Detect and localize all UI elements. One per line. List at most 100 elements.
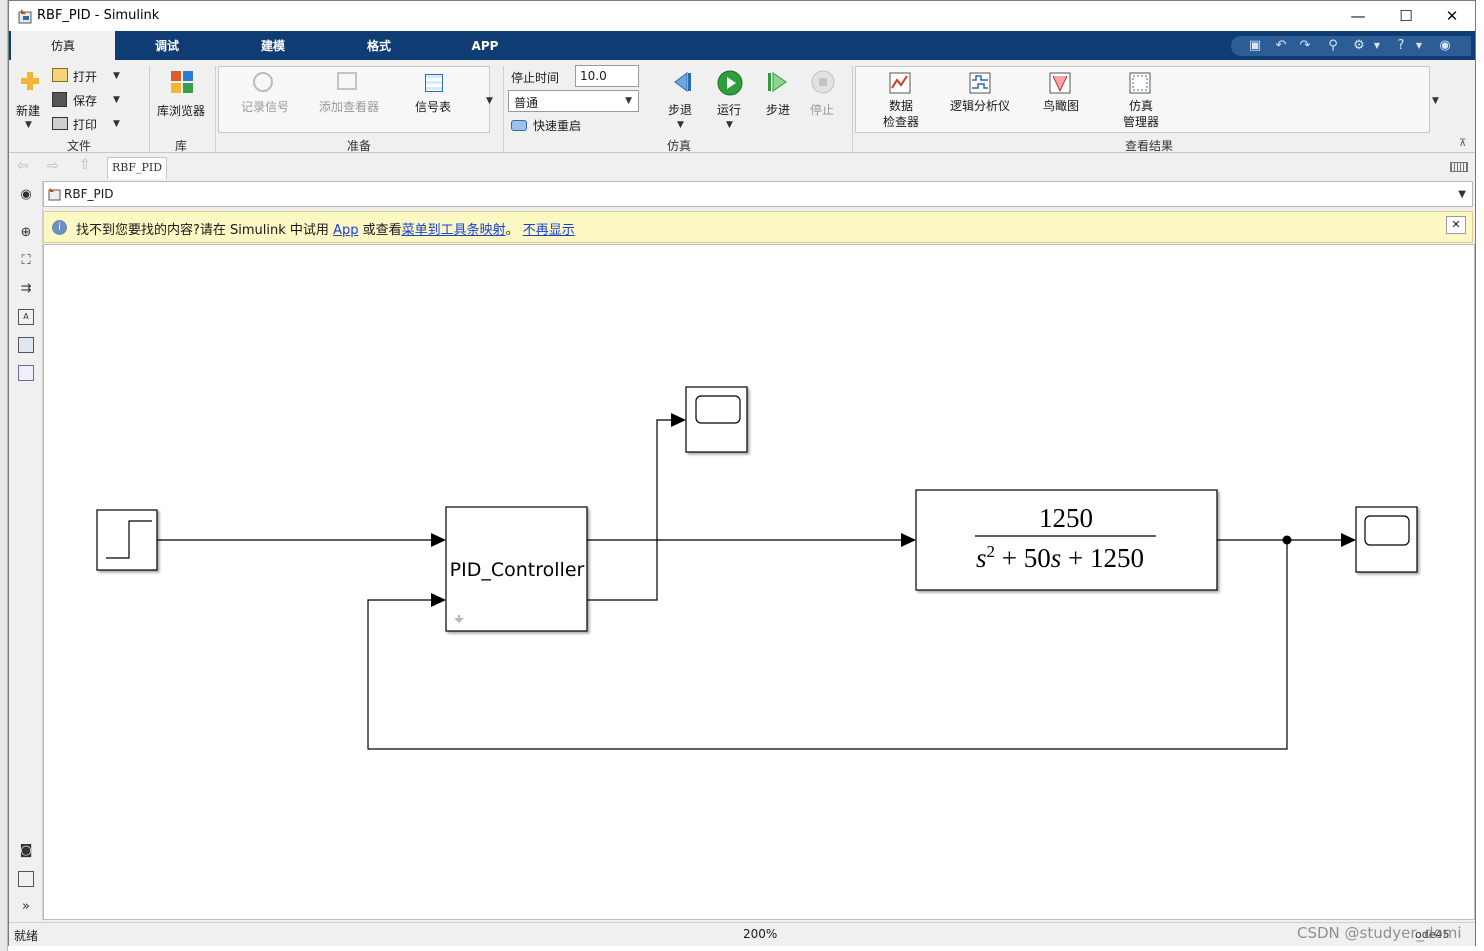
group-label-prepare: 准备	[346, 139, 371, 153]
library-browser-button[interactable]: 库浏览器	[157, 102, 205, 119]
window-title: RBF_PID - Simulink	[37, 8, 160, 23]
customize-icon[interactable]: ⚙	[1351, 38, 1367, 54]
scope-block-output[interactable]	[1355, 506, 1418, 573]
expand-palette-icon[interactable]: »	[18, 899, 34, 915]
camera-icon[interactable]: ◙	[18, 843, 34, 859]
step-forward-button[interactable]: 步进	[766, 101, 790, 118]
pid-controller-block[interactable]: PID_Controller	[445, 506, 588, 632]
sim-manager-label-2[interactable]: 管理器	[1123, 113, 1159, 130]
step-back-icon[interactable]	[669, 70, 693, 94]
simulink-window: RBF_PID - Simulink — ☐ ✕ 仿真 调试 建模 格式 APP…	[8, 0, 1476, 946]
model-tab[interactable]: RBF_PID	[107, 157, 167, 179]
logic-analyzer-icon	[969, 72, 991, 94]
address-bar[interactable]: RBF_PID ▼	[43, 181, 1473, 207]
dont-show-again-link[interactable]: 不再显示	[523, 223, 575, 238]
info-banner: i 找不到您要找的内容?请在 Simulink 中试用 App 或查看菜单到工具…	[43, 211, 1473, 243]
toolstrip-map-link[interactable]: 菜单到工具条映射	[402, 223, 506, 238]
undo-icon[interactable]: ↶	[1273, 38, 1289, 54]
chevron-down-icon[interactable]: ▼	[726, 120, 733, 130]
chevron-down-icon[interactable]: ▼	[113, 119, 120, 129]
print-button[interactable]: 打印	[73, 116, 97, 133]
chevron-down-icon[interactable]: ▼	[113, 95, 120, 105]
library-browser-icon[interactable]	[170, 70, 194, 94]
left-palette: ◉ ⊕ ⛶ ⇉ A ◙ »	[9, 181, 43, 921]
image-icon[interactable]	[18, 337, 34, 353]
run-button[interactable]: 运行	[717, 101, 741, 118]
step-forward-icon[interactable]	[766, 70, 790, 94]
run-icon[interactable]	[717, 70, 743, 96]
print-icon[interactable]	[52, 117, 68, 130]
add-viewer-button[interactable]: 添加查看器	[319, 98, 379, 115]
fit-to-view-icon[interactable]: ⛶	[18, 253, 34, 269]
area-icon[interactable]	[18, 365, 34, 381]
close-banner-button[interactable]: ✕	[1446, 216, 1466, 234]
sim-manager-label[interactable]: 仿真	[1129, 97, 1153, 114]
tab-debug[interactable]: 调试	[115, 31, 219, 60]
open-button[interactable]: 打开	[73, 68, 97, 85]
back-arrow-icon[interactable]: ⇦	[17, 158, 29, 174]
up-arrow-icon[interactable]: ⇧	[79, 157, 91, 173]
block-diagram: PID_Controller 1250 s2 + 50s + 1250	[96, 386, 1418, 750]
simulation-mode-select[interactable]: 普通 ▼	[508, 90, 639, 112]
help-icon[interactable]: ?	[1393, 38, 1409, 54]
data-inspector-label[interactable]: 数据	[889, 97, 913, 114]
fast-restart-icon[interactable]	[511, 120, 527, 131]
annotation-icon[interactable]: A	[18, 309, 34, 325]
transfer-function-block[interactable]: 1250 s2 + 50s + 1250	[915, 489, 1218, 591]
close-button[interactable]: ✕	[1429, 1, 1475, 31]
chevron-down-icon[interactable]: ▼	[1458, 189, 1466, 200]
maximize-button[interactable]: ☐	[1383, 1, 1429, 31]
open-icon[interactable]	[52, 68, 68, 82]
status-bar: 就绪 200% ode45 CSDN @studyer_domi	[9, 922, 1475, 946]
keyboard-icon[interactable]	[1450, 162, 1468, 172]
stop-button[interactable]: 停止	[810, 101, 834, 118]
fast-restart-toggle[interactable]: 快速重启	[533, 117, 581, 134]
save-button[interactable]: 保存	[73, 92, 97, 109]
background-window-strip	[0, 0, 8, 951]
redo-icon[interactable]: ↷	[1297, 38, 1313, 54]
logic-analyzer-button[interactable]: 逻辑分析仪	[950, 97, 1010, 114]
chevron-down-icon[interactable]: ▼	[1369, 38, 1385, 54]
gallery-expand-icon[interactable]: ▼	[486, 96, 493, 106]
chevron-down-icon[interactable]: ▼	[677, 120, 684, 130]
scope-block-top[interactable]	[685, 386, 748, 453]
tab-simulation[interactable]: 仿真	[11, 31, 115, 60]
ribbon: 新建 ▼ 打开 ▼ 保存 ▼ 打印 ▼ 文件 库浏览器 库 记录信号 添加查看器…	[9, 60, 1475, 153]
chevron-down-icon[interactable]: ▼	[25, 120, 32, 130]
gallery-expand-icon[interactable]: ▼	[1432, 96, 1439, 106]
hide-explorer-icon[interactable]: ◉	[18, 187, 34, 203]
chevron-down-icon[interactable]: ▼	[1411, 38, 1427, 54]
tab-modeling[interactable]: 建模	[221, 31, 325, 60]
birds-eye-button[interactable]: 鸟瞰图	[1043, 97, 1079, 114]
collapse-icon[interactable]: ⊼	[1459, 138, 1466, 149]
save-icon[interactable]	[52, 92, 67, 107]
step-back-button[interactable]: 步退	[668, 101, 692, 118]
app-link[interactable]: App	[333, 223, 358, 238]
arrange-icon[interactable]: ⇉	[18, 281, 34, 297]
birds-eye-icon	[1049, 72, 1071, 94]
data-inspector-label-2[interactable]: 检查器	[883, 113, 919, 130]
zoom-level[interactable]: 200%	[743, 927, 777, 941]
property-inspector-icon[interactable]	[18, 871, 34, 887]
model-icon	[48, 188, 61, 201]
signal-table-button[interactable]: 信号表	[415, 98, 451, 115]
collapse-ribbon-icon[interactable]: ◉	[1437, 38, 1453, 54]
sim-manager-icon	[1129, 72, 1151, 94]
chevron-down-icon: ▼	[625, 96, 632, 106]
log-signals-button[interactable]: 记录信号	[241, 98, 289, 115]
stop-time-field[interactable]: 10.0	[575, 65, 639, 87]
save-icon[interactable]: ▣	[1247, 38, 1263, 54]
forward-arrow-icon[interactable]: ⇨	[47, 158, 59, 174]
new-button[interactable]: 新建	[16, 102, 40, 119]
search-icon[interactable]: ⚲	[1325, 38, 1341, 54]
status-ready: 就绪	[14, 929, 39, 943]
tab-apps[interactable]: APP	[433, 31, 537, 60]
banner-sep: 。	[505, 223, 519, 238]
tab-format[interactable]: 格式	[327, 31, 431, 60]
model-canvas[interactable]: PID_Controller 1250 s2 + 50s + 1250	[43, 244, 1475, 920]
zoom-icon[interactable]: ⊕	[18, 225, 34, 241]
step-block[interactable]	[96, 509, 158, 571]
minimize-button[interactable]: —	[1335, 1, 1381, 31]
new-icon[interactable]	[19, 70, 41, 92]
chevron-down-icon[interactable]: ▼	[113, 71, 120, 81]
